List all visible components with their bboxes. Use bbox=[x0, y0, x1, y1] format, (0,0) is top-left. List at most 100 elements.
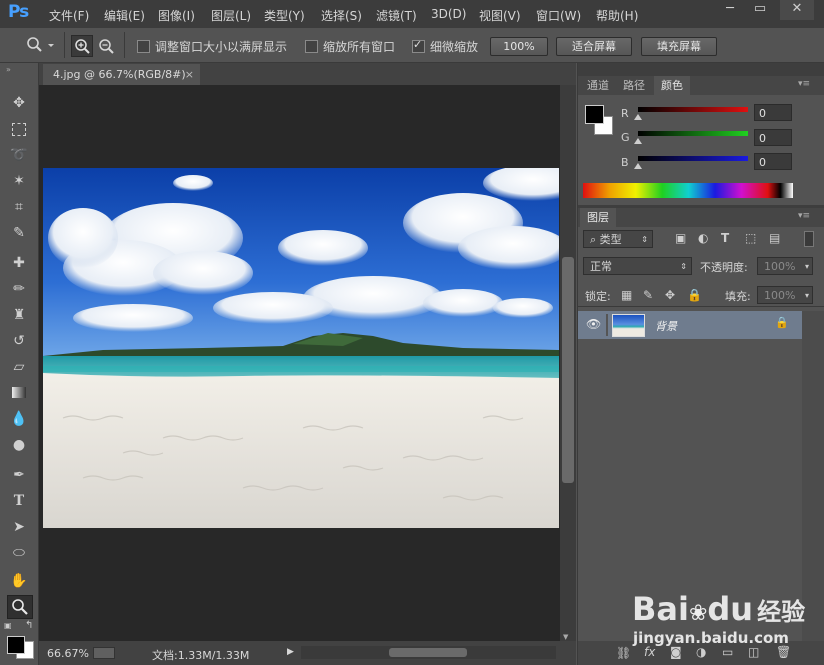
menu-3d[interactable]: 3D(D) bbox=[431, 7, 466, 21]
zoom-in-icon[interactable] bbox=[71, 35, 93, 57]
fit-screen-button[interactable]: 适合屏幕 bbox=[556, 37, 632, 56]
menu-edit[interactable]: 编辑(E) bbox=[104, 7, 145, 24]
minimize-button[interactable]: ─ bbox=[718, 0, 742, 20]
clone-stamp-tool-icon[interactable]: ♜ bbox=[7, 304, 31, 326]
opacity-field[interactable]: 100% ▾ bbox=[757, 257, 813, 275]
horizontal-scroll-thumb[interactable] bbox=[389, 648, 467, 657]
fill-screen-button[interactable]: 填充屏幕 bbox=[641, 37, 717, 56]
lock-image-icon[interactable]: ✎ bbox=[643, 288, 653, 302]
scrubby-zoom-checkbox[interactable] bbox=[412, 38, 425, 53]
vertical-scroll-thumb[interactable] bbox=[562, 257, 574, 483]
layer-name[interactable]: 背景 bbox=[655, 318, 677, 334]
menu-help[interactable]: 帮助(H) bbox=[596, 7, 638, 24]
green-slider[interactable] bbox=[638, 131, 748, 136]
hand-tool-icon[interactable]: ✋ bbox=[7, 570, 31, 592]
history-brush-tool-icon[interactable]: ↺ bbox=[7, 330, 31, 352]
document-tab[interactable]: 4.jpg @ 66.7%(RGB/8#) × bbox=[43, 64, 200, 85]
zoom-tool-preset-icon[interactable] bbox=[26, 36, 56, 54]
brush-tool-icon[interactable]: ✏ bbox=[7, 278, 31, 300]
zoom-tool-icon[interactable] bbox=[7, 595, 33, 619]
green-slider-knob[interactable] bbox=[634, 138, 642, 144]
new-layer-icon[interactable]: ◫ bbox=[748, 645, 759, 659]
share-icon[interactable] bbox=[93, 647, 115, 659]
blend-mode-select[interactable]: 正常 ⇕ bbox=[583, 257, 692, 275]
filter-toggle[interactable] bbox=[804, 231, 814, 247]
tab-channels[interactable]: 通道 bbox=[580, 76, 616, 95]
panel-menu-icon[interactable]: ▾≡ bbox=[798, 79, 810, 89]
filter-adjustment-icon[interactable]: ◐ bbox=[698, 231, 708, 245]
scroll-down-icon[interactable]: ▼ bbox=[563, 633, 568, 641]
zoom-all-windows-checkbox[interactable] bbox=[305, 40, 318, 53]
blue-value-field[interactable]: 0 bbox=[754, 153, 792, 170]
tab-color[interactable]: 颜色 bbox=[654, 76, 690, 95]
collapse-icon[interactable]: » bbox=[6, 65, 11, 74]
eye-icon[interactable]: 👁 bbox=[586, 317, 601, 331]
marquee-tool-icon[interactable] bbox=[7, 118, 31, 140]
layer-row[interactable]: 👁 背景 🔒 bbox=[578, 311, 802, 339]
pen-tool-icon[interactable]: ✒ bbox=[7, 464, 31, 486]
zoom-out-icon[interactable] bbox=[96, 36, 116, 56]
status-menu-arrow[interactable]: ▶ bbox=[287, 647, 294, 657]
lock-transparent-icon[interactable]: ▦ bbox=[621, 288, 632, 302]
menu-layer[interactable]: 图层(L) bbox=[211, 7, 251, 24]
fx-icon[interactable]: fx bbox=[644, 645, 655, 659]
lock-all-icon[interactable]: 🔒 bbox=[687, 288, 702, 302]
green-value-field[interactable]: 0 bbox=[754, 129, 792, 146]
actual-pixels-button[interactable]: 100% bbox=[490, 37, 548, 56]
menu-image[interactable]: 图像(I) bbox=[158, 7, 195, 24]
link-layers-icon[interactable]: ⛓ bbox=[616, 646, 631, 660]
red-channel-label: R bbox=[621, 107, 629, 120]
filter-type-icon[interactable]: T bbox=[721, 231, 729, 245]
layers-panel-menu-icon[interactable]: ▾≡ bbox=[798, 211, 810, 221]
watermark-logo: Bai❀du 经验 bbox=[632, 590, 805, 628]
menu-window[interactable]: 窗口(W) bbox=[536, 7, 581, 24]
menu-file[interactable]: 文件(F) bbox=[49, 7, 89, 24]
layer-mask-icon[interactable]: ◙ bbox=[670, 645, 682, 659]
layers-scroll-area[interactable] bbox=[802, 311, 824, 641]
move-tool-icon[interactable]: ✥ bbox=[7, 92, 31, 114]
restore-button[interactable]: ▭ bbox=[748, 0, 772, 20]
blur-tool-icon[interactable]: 💧 bbox=[7, 408, 31, 430]
color-panel-foreground-swatch[interactable] bbox=[585, 105, 604, 124]
delete-layer-icon[interactable]: 🗑 bbox=[776, 645, 791, 659]
red-value-field[interactable]: 0 bbox=[754, 104, 792, 121]
path-selection-tool-icon[interactable]: ➤ bbox=[7, 516, 31, 538]
default-colors-icon[interactable]: ▣ bbox=[4, 621, 12, 630]
filter-pixel-icon[interactable]: ▣ bbox=[675, 231, 686, 245]
crop-tool-icon[interactable]: ⌗ bbox=[7, 196, 31, 218]
eraser-tool-icon[interactable]: ▱ bbox=[7, 356, 31, 378]
healing-brush-tool-icon[interactable]: ✚ bbox=[7, 252, 31, 274]
tab-layers[interactable]: 图层 bbox=[580, 208, 616, 227]
dodge-tool-icon[interactable]: ● bbox=[7, 434, 31, 456]
type-tool-icon[interactable]: T bbox=[7, 490, 31, 512]
close-button[interactable]: ✕ bbox=[780, 0, 814, 20]
tab-paths[interactable]: 路径 bbox=[616, 76, 652, 95]
zoom-level[interactable]: 66.67% bbox=[47, 647, 89, 660]
lasso-tool-icon[interactable]: ➰ bbox=[7, 144, 31, 166]
filter-shape-icon[interactable]: ⬚ bbox=[745, 231, 756, 245]
eyedropper-tool-icon[interactable]: ✎ bbox=[7, 222, 31, 244]
tab-close-icon[interactable]: × bbox=[185, 64, 194, 85]
menu-select[interactable]: 选择(S) bbox=[321, 7, 362, 24]
filter-smart-object-icon[interactable]: ▤ bbox=[769, 231, 780, 245]
adjustment-layer-icon[interactable]: ◑ bbox=[696, 645, 706, 659]
gradient-tool-icon[interactable] bbox=[7, 382, 31, 404]
color-spectrum-bar[interactable] bbox=[583, 183, 793, 198]
menu-type[interactable]: 类型(Y) bbox=[264, 7, 305, 24]
lock-position-icon[interactable]: ✥ bbox=[665, 288, 675, 302]
new-group-icon[interactable]: ▭ bbox=[722, 645, 733, 659]
red-slider[interactable] bbox=[638, 107, 748, 112]
red-slider-knob[interactable] bbox=[634, 114, 642, 120]
layer-filter-select[interactable]: ⌕ 类型 ⇕ bbox=[583, 230, 653, 248]
foreground-color-swatch[interactable] bbox=[7, 636, 25, 654]
resize-windows-checkbox[interactable] bbox=[137, 40, 150, 53]
ellipse-tool-icon[interactable]: ⬭ bbox=[7, 542, 31, 564]
menu-view[interactable]: 视图(V) bbox=[479, 7, 521, 24]
swap-colors-icon[interactable]: ↰ bbox=[25, 620, 33, 631]
blue-slider-knob[interactable] bbox=[634, 163, 642, 169]
magic-wand-tool-icon[interactable]: ✶ bbox=[7, 170, 31, 192]
menu-filter[interactable]: 滤镜(T) bbox=[376, 7, 417, 24]
blue-slider[interactable] bbox=[638, 156, 748, 161]
horizontal-scrollbar[interactable] bbox=[301, 646, 556, 659]
fill-field[interactable]: 100% ▾ bbox=[757, 286, 813, 304]
